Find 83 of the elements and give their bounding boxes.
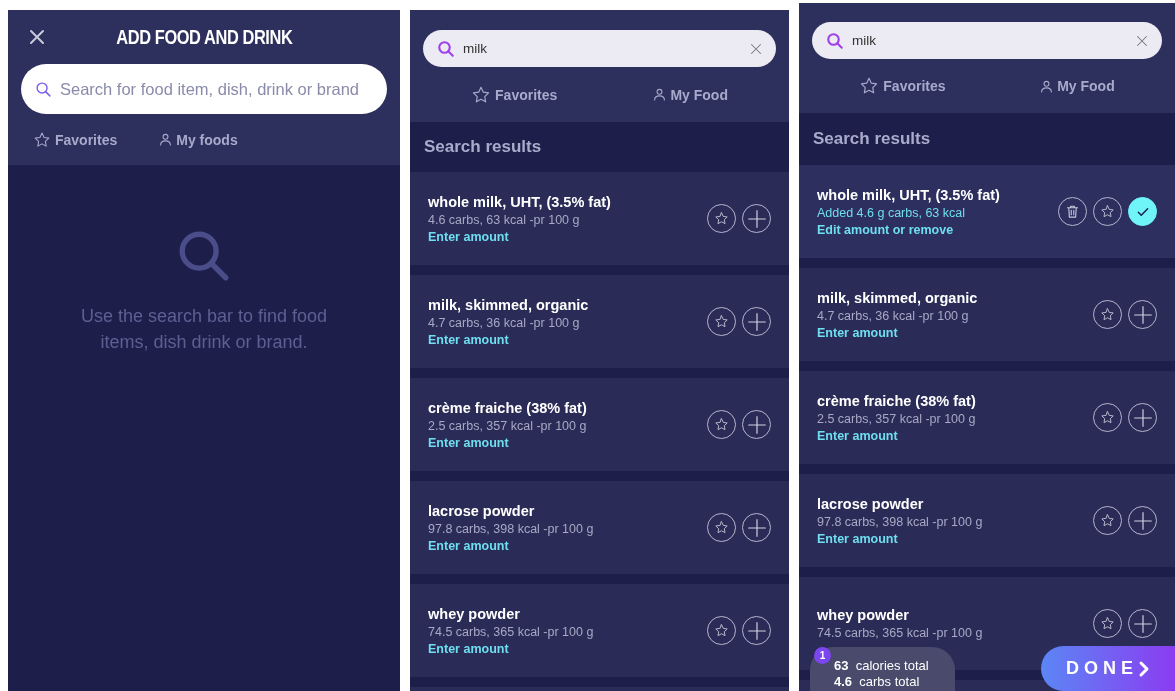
search-field[interactable]: milk (812, 22, 1162, 59)
section-title: Search results (424, 137, 542, 157)
clear-icon[interactable] (1136, 34, 1148, 47)
star-icon (1100, 410, 1115, 425)
food-nutrition: 4.7 carbs, 36 kcal -pr 100 g (817, 308, 970, 323)
search-field[interactable]: Search for food item, dish, drink or brand (21, 64, 387, 114)
star-icon (471, 84, 492, 105)
star-icon (1100, 616, 1115, 631)
food-nutrition: 74.5 carbs, 365 kcal -pr 100 g (817, 626, 984, 640)
food-name: lacrose powder (428, 502, 536, 519)
added-check-button[interactable] (1128, 197, 1157, 226)
amount-link[interactable]: Enter amount (428, 229, 707, 244)
plus-icon (746, 311, 767, 332)
filter-tab[interactable]: My Food (651, 82, 730, 107)
star-icon (859, 76, 880, 96)
food-nutrition: 74.5 carbs, 365 kcal -pr 100 g (428, 624, 595, 639)
food-name: milk, skimmed, organic (428, 296, 590, 313)
search-input[interactable]: milk (852, 33, 1128, 48)
plus-icon (746, 517, 767, 538)
food-nutrition: 97.8 carbs, 398 kcal -pr 100 g (817, 514, 984, 529)
done-button[interactable]: DONE (1041, 646, 1175, 691)
star-icon (1100, 204, 1115, 219)
close-icon (29, 29, 45, 45)
star-icon (714, 211, 729, 226)
clear-icon[interactable] (750, 42, 762, 55)
food-name: milk, skimmed, organic (817, 289, 979, 306)
trash-icon (1065, 204, 1080, 219)
person-icon (159, 133, 173, 146)
amount-link[interactable]: Enter amount (817, 531, 1093, 546)
plus-icon (746, 208, 767, 229)
amount-link[interactable]: Enter amount (817, 428, 1093, 443)
food-name: whole milk, UHT, (3.5% fat) (428, 193, 612, 210)
person-icon (1040, 79, 1054, 93)
star-icon (714, 520, 729, 535)
plus-icon (1132, 304, 1153, 325)
plus-icon (1132, 613, 1153, 634)
star-icon (1100, 307, 1115, 322)
star-icon (714, 314, 729, 329)
amount-link[interactable]: Enter amount (428, 435, 707, 450)
search-icon (35, 80, 52, 98)
food-nutrition: 97.8 carbs, 398 kcal -pr 100 g (428, 521, 595, 536)
food-nutrition: 4.7 carbs, 36 kcal -pr 100 g (428, 315, 581, 330)
food-nutrition: 4.6 carbs, 63 kcal -pr 100 g (428, 212, 581, 227)
search-icon (826, 31, 844, 50)
search-input[interactable]: Search for food item, dish, drink or brand (60, 79, 373, 99)
empty-message: Use the search bar to find food items, dish drink or brand. (79, 305, 329, 354)
food-name: crème fraiche (38% fat) (817, 392, 977, 409)
count-badge: 1 (814, 647, 831, 664)
food-name: lacrose powder (817, 495, 925, 512)
food-name: crème fraiche (38% fat) (428, 399, 588, 416)
search-field[interactable]: milk (423, 30, 776, 67)
plus-icon (746, 620, 767, 641)
search-icon (437, 39, 455, 58)
plus-icon (1132, 407, 1153, 428)
filter-tab[interactable]: Favorites (469, 80, 560, 109)
section-title: Search results (813, 129, 931, 149)
search-input[interactable]: milk (463, 41, 742, 56)
filter-tab[interactable]: My foods (157, 127, 240, 152)
carbs-total: 4.6 carbs total (834, 674, 921, 690)
star-icon (714, 417, 729, 432)
calories-total: 63 calories total (834, 658, 930, 674)
filter-tab[interactable]: Favorites (857, 72, 948, 100)
star-icon (714, 623, 729, 638)
food-nutrition: 2.5 carbs, 357 kcal -pr 100 g (428, 418, 588, 433)
filter-tab[interactable]: Favorites (31, 126, 120, 153)
food-nutrition: 2.5 carbs, 357 kcal -pr 100 g (817, 411, 977, 426)
food-nutrition: Added 4.6 g carbs, 63 kcal (817, 205, 966, 220)
star-icon (33, 130, 51, 149)
filter-tab[interactable]: My Food (1038, 74, 1117, 98)
plus-icon (1132, 510, 1153, 531)
plus-icon (746, 414, 767, 435)
food-name: whey powder (817, 607, 910, 623)
amount-link[interactable]: Enter amount (428, 538, 707, 553)
amount-link[interactable]: Edit amount or remove (817, 222, 1058, 237)
food-name: whole milk, UHT, (3.5% fat) (817, 186, 1001, 203)
chevron-icon (1138, 659, 1150, 678)
amount-link[interactable]: Enter amount (817, 325, 1093, 340)
amount-link[interactable]: Enter amount (428, 332, 707, 347)
star-icon (1100, 513, 1115, 528)
person-icon (653, 88, 667, 101)
amount-link[interactable]: Enter amount (428, 641, 707, 656)
screen-title: ADD FOOD AND DRINK (115, 25, 292, 49)
food-name: whey powder (428, 605, 521, 622)
